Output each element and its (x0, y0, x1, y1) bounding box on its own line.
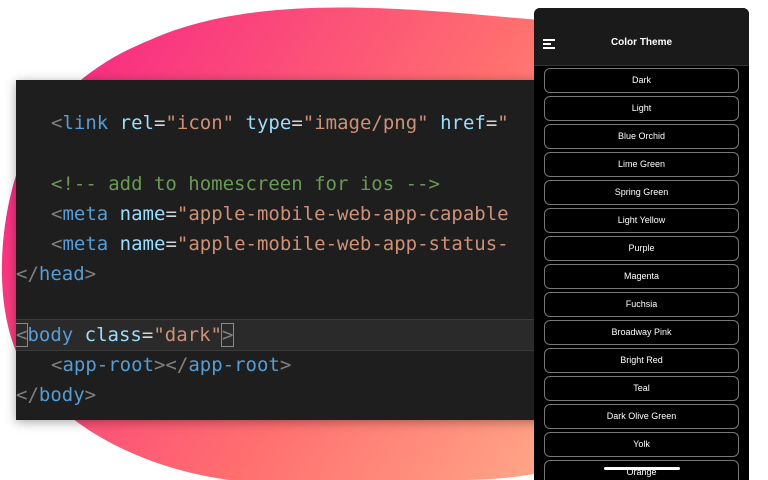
code-token: </ (165, 354, 189, 376)
code-token: = (141, 324, 154, 346)
theme-button[interactable]: Dark Olive Green (544, 404, 739, 429)
theme-button[interactable]: Dark (544, 68, 739, 93)
theme-button[interactable]: Light (544, 96, 739, 121)
code-token: < (51, 112, 63, 134)
code-token: app-root (62, 354, 154, 376)
code-token: < (51, 354, 63, 376)
code-line-app-root: <app-root></app-root> (16, 350, 546, 380)
code-line-body-open: <body class="dark"> (16, 319, 546, 351)
theme-button[interactable]: Blue Orchid (544, 124, 739, 149)
code-token: link (62, 112, 109, 134)
code-token: "apple-mobile-web-app-status- (176, 233, 509, 255)
theme-button[interactable]: Orange (544, 460, 739, 480)
code-token: meta (62, 233, 109, 255)
home-indicator[interactable] (604, 467, 680, 470)
code-token: "dark" (153, 324, 222, 346)
code-token: "icon" (165, 112, 235, 134)
theme-button[interactable]: Broadway Pink (544, 320, 739, 345)
code-token: class (84, 324, 142, 346)
code-token: head (38, 263, 85, 285)
theme-list: Dark Light Blue Orchid Lime Green Spring Gre… (544, 68, 739, 480)
code-line-body-close: </body> (16, 380, 546, 410)
code-token: "apple-mobile-web-app-capable (176, 203, 509, 225)
code-token: </ (16, 384, 39, 406)
code-token: name (119, 203, 166, 225)
code-token: href (440, 112, 486, 134)
code-line-meta-capable: <meta name="apple-mobile-web-app-capable (16, 199, 546, 229)
theme-button[interactable]: Purple (544, 236, 739, 261)
code-token: > (84, 263, 97, 285)
matched-bracket: < (16, 323, 29, 347)
theme-button[interactable]: Light Yellow (544, 208, 739, 233)
code-line-head-close: </head> (16, 259, 546, 289)
code-token: = (165, 233, 177, 255)
theme-button[interactable]: Magenta (544, 264, 739, 289)
code-token: < (51, 233, 63, 255)
code-line-link: <link rel="icon" type="image/png" href=" (51, 112, 509, 134)
code-token: = (485, 112, 498, 134)
code-line-comment: <!-- add to homescreen for ios --> (16, 169, 546, 199)
page-title: Color Theme (610, 37, 673, 48)
theme-button[interactable]: Yolk (544, 432, 739, 457)
code-token: meta (62, 203, 109, 225)
code-token: "image/png" (302, 112, 429, 134)
theme-button[interactable]: Teal (544, 376, 739, 401)
theme-button[interactable]: Spring Green (544, 180, 739, 205)
theme-button[interactable]: Fuchsia (544, 292, 739, 317)
code-token: type (245, 112, 292, 134)
code-line-meta-status: <meta name="apple-mobile-web-app-status- (16, 229, 546, 259)
phone-screen: Color Theme Dark Light Blue Orchid Lime Gre… (534, 8, 749, 480)
code-editor[interactable]: <link rel="icon" type="image/png" href="… (16, 80, 546, 420)
code-token: body (38, 384, 85, 406)
code-token: " (497, 112, 509, 134)
code-token: rel (119, 112, 154, 134)
code-token: <!-- add to homescreen for ios --> (51, 173, 440, 195)
code-token: > (279, 354, 292, 376)
theme-button[interactable]: Bright Red (544, 348, 739, 373)
code-token: name (119, 233, 166, 255)
code-token: < (51, 203, 63, 225)
theme-button[interactable]: Lime Green (544, 152, 739, 177)
code-token: app-root (188, 354, 280, 376)
matched-bracket: > (220, 323, 235, 347)
code-token: > (84, 384, 97, 406)
code-token: > (153, 354, 166, 376)
code-token: </ (16, 263, 39, 285)
phone-header: Color Theme (534, 8, 749, 66)
code-token: = (165, 203, 177, 225)
code-token: body (27, 324, 74, 346)
